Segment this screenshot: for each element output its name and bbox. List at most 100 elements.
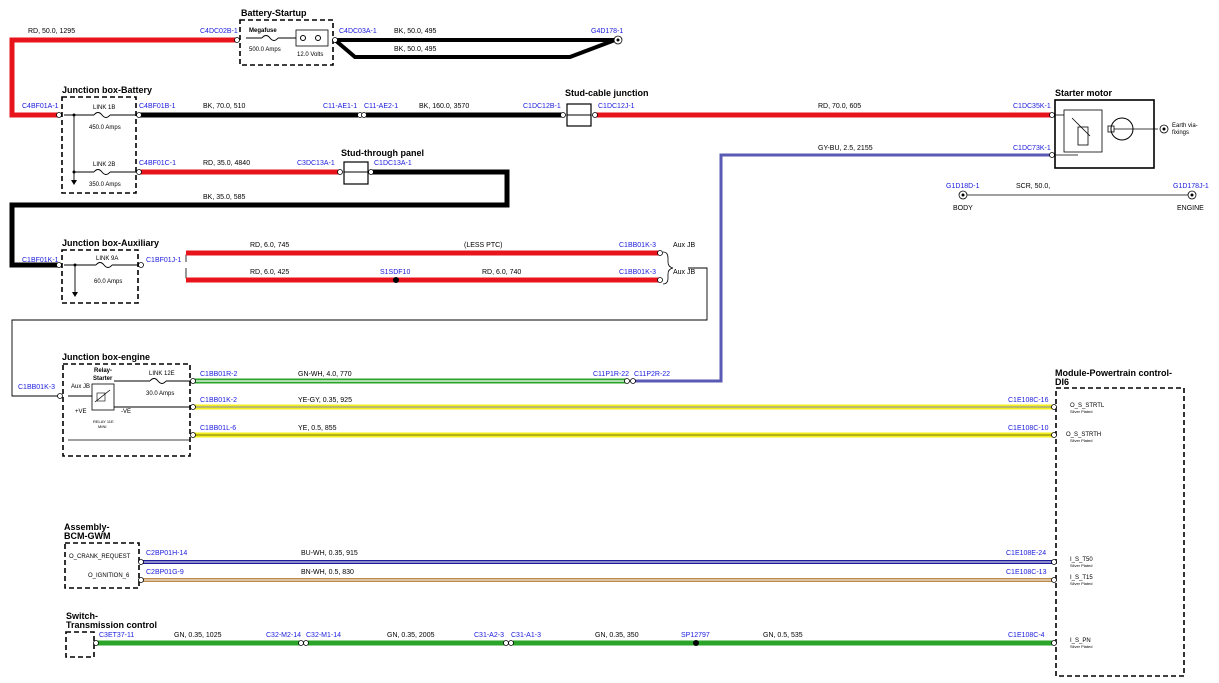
- conn-c4bf01b[interactable]: C4BF01B-1: [139, 103, 176, 110]
- title-module-powertrain-1: Module-Powertrain control-: [1055, 368, 1172, 378]
- bcm-pin-crank: O_CRANK_REQUEST: [69, 554, 131, 560]
- link-12e-symbol: [149, 378, 167, 384]
- label-gn-4: GN, 0.5, 535: [763, 632, 803, 639]
- label-ye: YE, 0.5, 855: [298, 425, 337, 432]
- conn-c1e108c4[interactable]: C1E108C-4: [1008, 632, 1045, 639]
- label-rd-6-b: RD, 6.0, 425: [250, 269, 289, 276]
- relay-small-2: MINI: [98, 424, 106, 429]
- label-bk-160: BK, 160.0, 3570: [419, 103, 469, 110]
- conn-c1dc12b[interactable]: C1DC12B-1: [523, 103, 561, 110]
- conn-s1sdf10[interactable]: S1SDF10: [380, 269, 410, 276]
- conn-c32m114[interactable]: C32-M1-14: [306, 632, 341, 639]
- link-12e-rating: 30.0 Amps: [146, 391, 174, 397]
- pin-o-s-strtl-plating: Silver Plated: [1070, 409, 1092, 414]
- relay-label-1: Relay-: [94, 368, 112, 374]
- conn-c3dc13a[interactable]: C3DC13A-1: [297, 160, 335, 167]
- pin-i-s-pn-plating: Silver Plated: [1070, 644, 1092, 649]
- label-bk-70: BK, 70.0, 510: [203, 103, 246, 110]
- title-module-powertrain-2: DI6: [1055, 377, 1069, 387]
- title-starter-motor: Starter motor: [1055, 88, 1113, 98]
- conn-sp12797[interactable]: SP12797: [681, 632, 710, 639]
- conn-c1dc12j[interactable]: C1DC12J-1: [598, 103, 635, 110]
- connector-pins: [56, 37, 1057, 646]
- link-9a-rating: 60.0 Amps: [94, 279, 122, 285]
- label-rd-6-c: RD, 6.0, 740: [482, 269, 521, 276]
- connector-labels: C4DC02B-1 C4DC03A-1 G4D178-1 C4BF01A-1 C…: [18, 28, 1051, 639]
- link-1b-name: LINK 1B: [93, 105, 115, 111]
- title-stud-through-panel: Stud-through panel: [341, 148, 424, 158]
- conn-c31a13[interactable]: C31-A1-3: [511, 632, 541, 639]
- conn-c3et37[interactable]: C3ET37-11: [99, 632, 134, 639]
- label-gn-2: GN, 0.35, 2005: [387, 632, 435, 639]
- conn-c1dc73k[interactable]: C1DC73K-1: [1013, 145, 1051, 152]
- conn-c4dc02b[interactable]: C4DC02B-1: [200, 28, 238, 35]
- conn-c1dc35k[interactable]: C1DC35K-1: [1013, 103, 1051, 110]
- bcm-pin-ignition: O_IGNITION_6: [88, 573, 130, 579]
- conn-c4bf01c[interactable]: C4BF01C-1: [139, 160, 176, 167]
- battery-voltage: 12.0 Volts: [297, 52, 323, 58]
- label-ye-gy: YE-GY, 0.35, 925: [298, 397, 352, 404]
- conn-c1e108c13[interactable]: C1E108C-13: [1006, 569, 1047, 576]
- link-1b-symbol: [93, 112, 111, 118]
- title-switch-2: Transmission control: [66, 620, 157, 630]
- conn-c31a23[interactable]: C31-A2-3: [474, 632, 504, 639]
- engine-plus-ve: +VE: [75, 409, 87, 415]
- conn-c2bp01h[interactable]: C2BP01H-14: [146, 550, 187, 557]
- assembly-bcm-box[interactable]: [64, 542, 140, 589]
- stud-through-panel-box[interactable]: [343, 161, 369, 185]
- label-rd-6-a: RD, 6.0, 745: [250, 242, 289, 249]
- wire-bk-50-b[interactable]: [333, 38, 616, 59]
- conn-c2bp01g[interactable]: C2BP01G-9: [146, 569, 184, 576]
- junction-box-battery-box[interactable]: [61, 96, 137, 194]
- pin-o-s-strth-plating: Silver Plated: [1070, 438, 1092, 443]
- conn-g4d178[interactable]: G4D178-1: [591, 28, 623, 35]
- conn-c1e108c10[interactable]: C1E108C-10: [1008, 425, 1049, 432]
- conn-c1bb01r[interactable]: C1BB01R-2: [200, 371, 237, 378]
- conn-c11p1r[interactable]: C11P1R-22: [593, 371, 629, 378]
- ground-body-connector[interactable]: G1D18D-1: [946, 183, 980, 190]
- label-rd-50: RD, 50.0, 1295: [28, 28, 75, 35]
- wire-labels: RD, 50.0, 1295 BK, 50.0, 495 BK, 50.0, 4…: [28, 28, 873, 639]
- label-bn-wh: BN-WH, 0.5, 830: [301, 569, 354, 576]
- title-assembly-2: BCM-GWM: [64, 531, 111, 541]
- ground-wire-label: SCR, 50.0,: [1016, 183, 1050, 190]
- conn-c1e108e24[interactable]: C1E108E-24: [1006, 550, 1046, 557]
- conn-c1bb01k3-b[interactable]: C1BB01K-3: [619, 269, 656, 276]
- label-less-ptc: (LESS PTC): [464, 242, 503, 249]
- label-gn-1: GN, 0.35, 1025: [174, 632, 222, 639]
- ground-body-label: BODY: [953, 205, 973, 212]
- conn-c11ae2[interactable]: C11-AE2-1: [364, 103, 398, 110]
- conn-c1bb01l[interactable]: C1BB01L-6: [200, 425, 236, 432]
- switch-transmission-box[interactable]: [65, 631, 95, 658]
- pin-i-s-t15-plating: Silver Plated: [1070, 581, 1092, 586]
- aux-jb-brace: [662, 251, 674, 285]
- conn-c1e108c16[interactable]: C1E108C-16: [1008, 397, 1049, 404]
- ground-engine-label: ENGINE: [1177, 205, 1204, 212]
- megafuse-label: Megafuse: [249, 28, 277, 34]
- label-bk-50-a: BK, 50.0, 495: [394, 28, 437, 35]
- link-2b-symbol: [93, 169, 111, 175]
- title-junction-box-battery: Junction box-Battery: [62, 85, 152, 95]
- conn-c4dc03a[interactable]: C4DC03A-1: [339, 28, 377, 35]
- earth-label-1: Earth via-: [1172, 123, 1198, 129]
- conn-c4bf01a[interactable]: C4BF01A-1: [22, 103, 59, 110]
- conn-c11p2r[interactable]: C11P2R-22: [634, 371, 670, 378]
- conn-c1bf01j[interactable]: C1BF01J-1: [146, 257, 182, 264]
- title-battery-startup: Battery-Startup: [241, 8, 307, 18]
- label-bu-wh: BU-WH, 0.35, 915: [301, 550, 358, 557]
- conn-c1bb01k2[interactable]: C1BB01K-2: [200, 397, 237, 404]
- ground-engine-connector[interactable]: G1D178J-1: [1173, 183, 1209, 190]
- conn-c1bb01k3-a[interactable]: C1BB01K-3: [619, 242, 656, 249]
- link-2b-rating: 350.0 Amps: [89, 182, 121, 188]
- conn-c1bf01k[interactable]: C1BF01K-1: [22, 257, 59, 264]
- conn-c11ae1[interactable]: C11-AE1-1: [323, 103, 357, 110]
- wiring-diagram: Battery-Startup Megafuse 500.0 Amps 12.0…: [9, 8, 1209, 677]
- label-rd-70: RD, 70.0, 605: [818, 103, 861, 110]
- label-gy-bu: GY-BU, 2.5, 2155: [818, 145, 873, 152]
- conn-c1dc13a[interactable]: C1DC13A-1: [374, 160, 412, 167]
- conn-c32m214[interactable]: C32-M2-14: [266, 632, 301, 639]
- conn-c1bb01k3-c[interactable]: C1BB01K-3: [18, 384, 55, 391]
- label-bk-50-b: BK, 50.0, 495: [394, 46, 437, 53]
- megafuse-symbol: [261, 35, 279, 41]
- splice-s1sdf10: [393, 277, 399, 283]
